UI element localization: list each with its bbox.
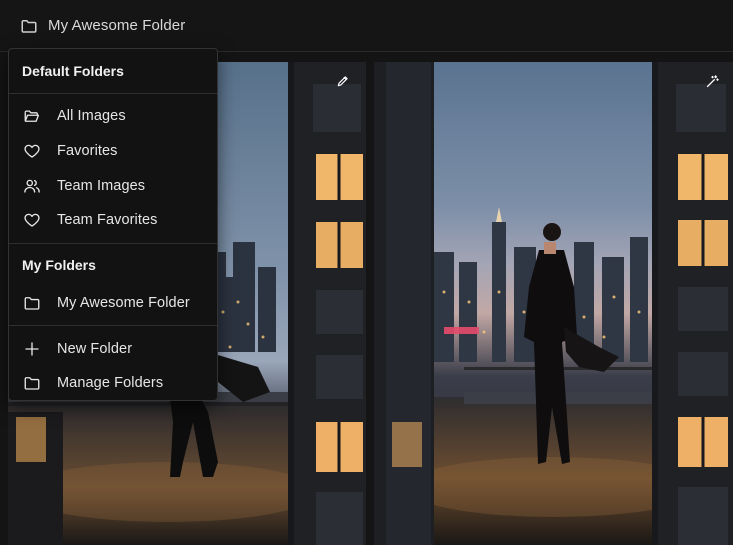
- default-folders-list: All Images Favorites Team Images Team Fa…: [9, 94, 217, 243]
- menu-item-label: My Awesome Folder: [57, 295, 190, 312]
- folder-icon: [22, 373, 42, 393]
- menu-item-label: Manage Folders: [57, 375, 164, 392]
- folder-icon: [22, 293, 42, 313]
- top-bar: My Awesome Folder: [0, 0, 733, 52]
- menu-item-label: Team Images: [57, 177, 146, 194]
- heart-icon: [22, 210, 42, 230]
- menu-item-label: All Images: [57, 108, 126, 125]
- menu-item-label: New Folder: [57, 340, 133, 357]
- menu-item-favorites[interactable]: Favorites: [9, 134, 217, 169]
- gallery-image-2[interactable]: [374, 62, 733, 545]
- folder-open-icon: [22, 106, 42, 126]
- menu-item-my-awesome-folder[interactable]: My Awesome Folder: [9, 286, 217, 321]
- menu-item-label: Favorites: [57, 143, 118, 160]
- new-folder-button[interactable]: New Folder: [9, 331, 217, 366]
- menu-item-team-images[interactable]: Team Images: [9, 168, 217, 203]
- folder-icon[interactable]: [20, 17, 38, 35]
- menu-item-team-favorites[interactable]: Team Favorites: [9, 203, 217, 238]
- menu-item-all-images[interactable]: All Images: [9, 99, 217, 134]
- manage-folders-button[interactable]: Manage Folders: [9, 366, 217, 400]
- users-icon: [22, 176, 42, 196]
- heart-icon: [22, 141, 42, 161]
- my-folders-heading: My Folders: [22, 256, 96, 273]
- folder-actions-list: New Folder Manage Folders: [9, 326, 217, 400]
- default-folders-heading: Default Folders: [22, 63, 124, 79]
- my-folders-list: My Awesome Folder: [9, 286, 217, 326]
- pencil-icon[interactable]: [330, 68, 356, 94]
- magic-wand-icon[interactable]: [699, 68, 725, 94]
- folder-dropdown-menu: Default Folders All Images Favorites Tea…: [8, 48, 218, 401]
- plus-icon: [22, 339, 42, 359]
- folder-title-button[interactable]: My Awesome Folder: [48, 17, 185, 34]
- menu-item-label: Team Favorites: [57, 212, 158, 229]
